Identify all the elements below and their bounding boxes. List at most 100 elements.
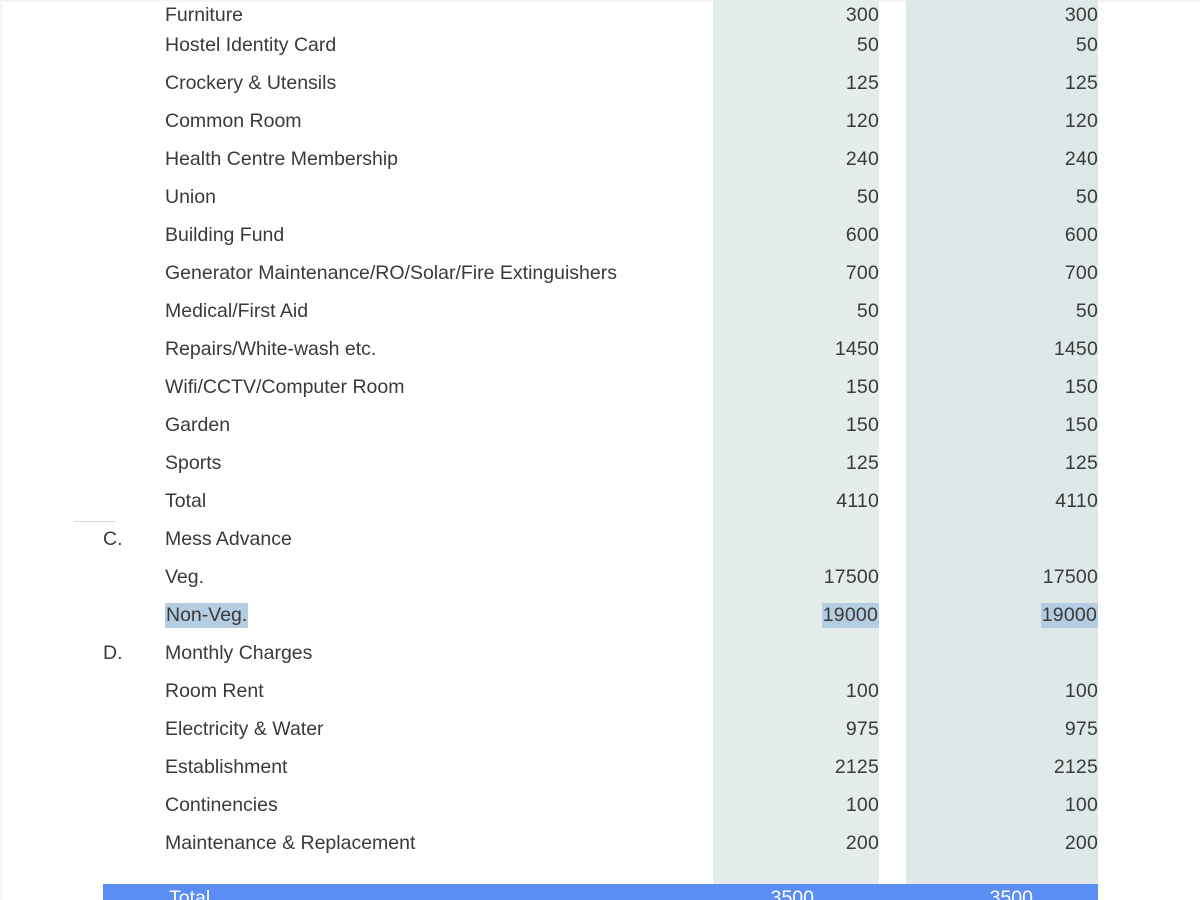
row-section-letter [103,292,165,330]
column-gap [879,140,906,178]
column-gap [879,520,906,558]
row-tail [1098,216,1200,254]
row-gutter [0,216,103,254]
row-gutter [0,102,103,140]
row-section-letter [103,254,165,292]
row-section-letter [103,0,165,26]
column-gap [879,482,906,520]
table-row: Wifi/CCTV/Computer Room 150 150 [0,368,1200,406]
table-row: Continencies 100 100 [0,786,1200,824]
column-gap [879,406,906,444]
row-tail [1098,444,1200,482]
table-row: D. Monthly Charges [0,634,1200,672]
row-section-letter: C. [103,528,123,550]
row-tail [1098,748,1200,786]
row-section-letter [103,102,165,140]
selected-text-label[interactable]: Non-Veg. [165,603,249,628]
table-row: Repairs/White-wash etc. 1450 1450 [0,330,1200,368]
row-label: Crockery & Utensils [165,72,337,94]
table-row: Common Room 120 120 [0,102,1200,140]
row-section-letter [103,216,165,254]
row-section-letter [103,330,165,368]
row-tail [1098,254,1200,292]
row-value-column-1: 975 [845,718,879,740]
row-value-column-1: 100 [845,680,879,702]
row-label: Generator Maintenance/RO/Solar/Fire Exti… [165,262,617,284]
row-gutter [0,558,103,596]
row-label: Building Fund [165,224,285,246]
row-value-column-2: 300 [1064,4,1098,26]
table-body: Furniture 300 300 Hostel Identity Card 50 50 C… [0,0,1200,862]
row-label: Total [165,490,207,512]
row-tail [1098,786,1200,824]
table-row: Veg. 17500 17500 [0,558,1200,596]
row-value-column-2: 240 [1064,148,1098,170]
row-tail [1098,824,1200,862]
row-label: Non-Veg. [165,596,713,634]
table-row: Union 50 50 [0,178,1200,216]
table-row: Furniture 300 300 [0,0,1200,26]
column-gap [879,254,906,292]
row-value-column-1: 4110 [836,490,879,512]
row-value-column-2: 975 [1064,718,1098,740]
row-gutter [0,26,103,64]
column-gap [879,292,906,330]
row-gutter [0,0,103,26]
row-value-column-2: 700 [1064,262,1098,284]
row-value-column-1 [713,520,879,558]
row-tail [1098,520,1200,558]
row-gutter [0,368,103,406]
total-row-highlight-band [103,884,1098,900]
row-section-letter [103,672,165,710]
row-tail [1098,634,1200,672]
row-label: Electricity & Water [165,718,324,740]
row-tail [1098,406,1200,444]
row-value-column-1: 125 [845,72,879,94]
row-value-column-2: 100 [1064,680,1098,702]
row-label: Mess Advance [165,528,292,550]
table-row: Establishment 2125 2125 [0,748,1200,786]
column-gap [879,178,906,216]
row-section-letter [103,482,165,520]
table-row: Maintenance & Replacement 200 200 [0,824,1200,862]
row-tail [1098,596,1200,634]
column-gap [879,558,906,596]
row-label: Health Centre Membership [165,148,399,170]
row-label: Sports [165,452,222,474]
column-gap [879,0,906,26]
row-label: Veg. [165,566,205,588]
row-value-column-1: 150 [845,414,879,436]
table-row: Total 4110 4110 [0,482,1200,520]
column-gap [879,748,906,786]
row-value-column-2: 17500 [1042,566,1098,588]
selected-text-value-2[interactable]: 19000 [1040,603,1098,628]
table-row: Electricity & Water 975 975 [0,710,1200,748]
table-row: Medical/First Aid 50 50 [0,292,1200,330]
row-gutter [0,64,103,102]
row-label: Continencies [165,794,278,816]
row-gutter [0,710,103,748]
row-value-column-1: 200 [845,832,879,854]
row-value-column-2 [906,634,1098,672]
selected-text-value-1[interactable]: 19000 [821,603,879,628]
column-gap [879,634,906,672]
column-gap [879,786,906,824]
table-row: Hostel Identity Card 50 50 [0,26,1200,64]
row-label: Union [165,186,216,208]
row-value-column-2: 19000 [906,596,1098,634]
row-section-letter [103,368,165,406]
row-section-letter [103,748,165,786]
row-value-column-2: 150 [1064,414,1098,436]
table-row: Garden 150 150 [0,406,1200,444]
column-gap [879,596,906,634]
row-value-column-1: 120 [845,110,879,132]
row-gutter [0,482,103,520]
row-gutter [0,748,103,786]
row-tail [1098,710,1200,748]
row-tail [1098,482,1200,520]
row-value-column-1: 600 [845,224,879,246]
row-section-letter [103,26,165,64]
row-section-letter [103,596,165,634]
row-label: Furniture [165,4,244,26]
row-section-letter [103,558,165,596]
